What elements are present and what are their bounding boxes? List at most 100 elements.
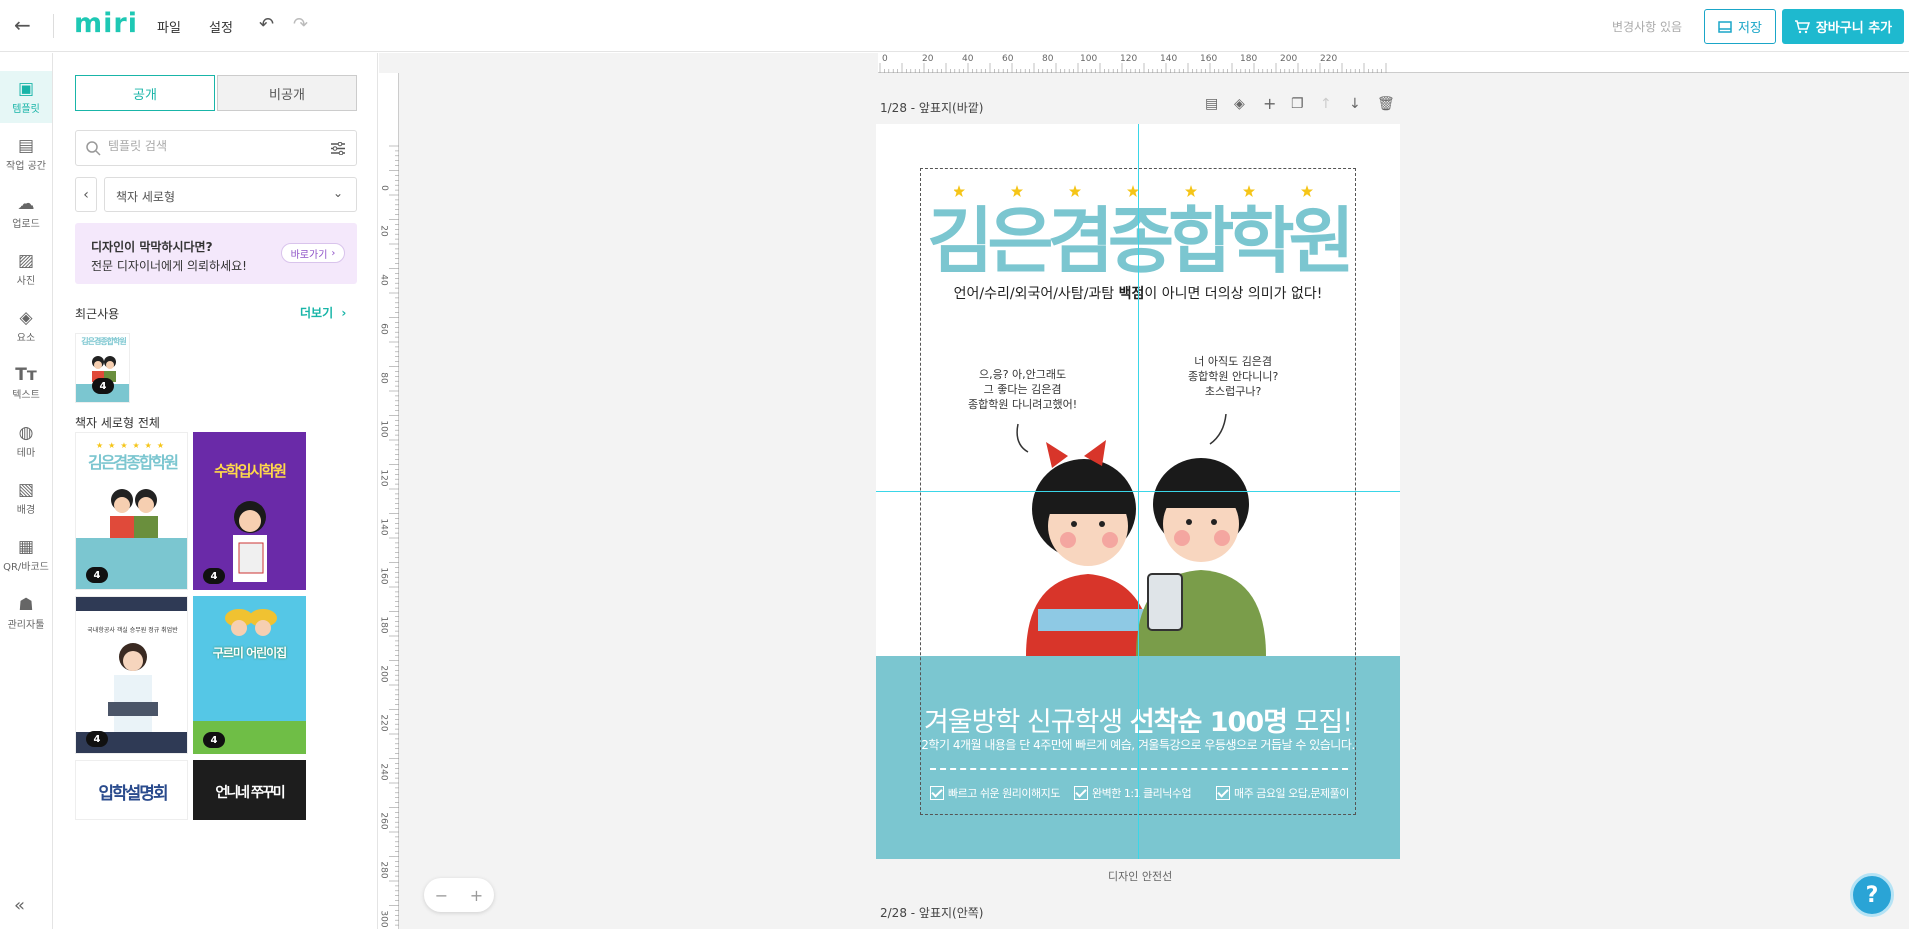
ruler-label: 80: [379, 372, 389, 384]
horizontal-ruler: 0 20 40 60 80 100 120 140 160 180 200 22…: [878, 53, 1909, 73]
template-thumb[interactable]: 구르미 어린이집 4: [193, 596, 306, 754]
ruler-label: 200: [1280, 54, 1298, 64]
ruler-label: 140: [1160, 54, 1178, 64]
rail-label: 배경: [16, 505, 36, 516]
kids-hats-illustration: [225, 609, 277, 636]
template-thumb[interactable]: 국내항공사 객실 승무원 정규 취업반 4: [75, 596, 188, 754]
back-arrow-icon[interactable]: ←: [14, 14, 36, 36]
rail-label: QR/바코드: [3, 562, 49, 573]
rail-item-background[interactable]: ▧ 배경: [0, 472, 52, 524]
design-page[interactable]: 김은겸종합학원 언어/수리/외국어/사탐/과탐 백점이 아니면 더의상 의미가 …: [876, 124, 1400, 859]
background-icon: ▧: [17, 480, 35, 500]
ruler-label: 60: [1002, 54, 1014, 64]
rail-item-text[interactable]: Tт 텍스트: [0, 357, 52, 409]
zoom-out-button[interactable]: −: [435, 886, 448, 905]
chevron-right-icon: ›: [341, 306, 347, 320]
ruler-ticks: [879, 63, 1387, 73]
ruler-label: 100: [1080, 54, 1098, 64]
zoom-in-button[interactable]: +: [470, 886, 483, 905]
filter-icon[interactable]: [331, 142, 345, 155]
menu-file[interactable]: 파일: [157, 17, 181, 36]
promo-go-button[interactable]: 바로가기 ›: [281, 243, 345, 263]
ruler-label: 200: [379, 665, 389, 683]
page-count-badge: 4: [203, 568, 225, 584]
rail-item-admin[interactable]: ☗ 관리자툴: [0, 587, 52, 639]
rail-label: 템플릿: [12, 104, 40, 115]
collapse-icon[interactable]: «: [14, 895, 25, 916]
rail-label: 요소: [16, 333, 36, 344]
top-bar: ← miri 파일 설정 ↶ ↷ 변경사항 있음 저장 장바구니 추가: [0, 0, 1909, 52]
category-back-button[interactable]: ‹: [75, 177, 97, 212]
page-label: 1/28 - 앞표지(바깥): [880, 101, 984, 115]
more-link[interactable]: 더보기 ›: [300, 304, 346, 321]
promo-text: 전문 디자이너에게 의뢰하세요!: [91, 259, 247, 273]
help-button[interactable]: ?: [1850, 873, 1894, 917]
rail-item-qr[interactable]: ▦ QR/바코드: [0, 529, 52, 581]
rail-item-theme[interactable]: ◍ 테마: [0, 415, 52, 467]
ruler-label: 120: [1120, 54, 1138, 64]
thumb-title: 언니네 쭈꾸미: [215, 785, 285, 801]
rail-label: 작업 공간: [6, 161, 46, 172]
page-count-badge: 4: [86, 731, 108, 747]
ruler-label: 0: [882, 54, 888, 64]
search-input[interactable]: [108, 139, 308, 153]
text-icon: Tт: [15, 365, 37, 385]
add-to-cart-button[interactable]: 장바구니 추가: [1782, 9, 1904, 44]
thumb-title: 수학입시학원: [214, 462, 287, 480]
center-guide-horizontal: [876, 491, 1400, 492]
rail-item-upload[interactable]: ☁ 업로드: [0, 186, 52, 238]
canvas-area[interactable]: 0 20 40 60 80 100 120 140 160 180 200 22…: [379, 53, 1909, 929]
copy-page-icon[interactable]: ❐: [1291, 96, 1304, 112]
menu-settings[interactable]: 설정: [209, 17, 233, 36]
thumb-title: 입학설명회: [98, 784, 168, 804]
template-thumb[interactable]: 수학입시학원 4: [193, 432, 306, 590]
template-icon: ▣: [17, 79, 35, 99]
ruler-label: 20: [922, 54, 934, 64]
safe-line-label: 디자인 안전선: [1108, 870, 1173, 883]
logo[interactable]: miri: [74, 8, 138, 39]
more-label: 더보기: [300, 306, 334, 320]
rail-item-template[interactable]: ▣ 템플릿: [0, 71, 52, 123]
rail-item-elements[interactable]: ◈ 요소: [0, 300, 52, 352]
ruler-label: 160: [1200, 54, 1218, 64]
tool-rail: ▣ 템플릿 ▤ 작업 공간 ☁ 업로드 ▨ 사진 ◈ 요소 Tт 텍스트 ◍ 테…: [0, 53, 53, 929]
recent-title: 최근사용: [75, 307, 120, 321]
ruler-label: 40: [379, 274, 389, 286]
chevron-right-icon: ›: [331, 247, 336, 259]
vertical-ruler: 0 20 40 60 80 100 120 140 160 180 200 22…: [379, 73, 399, 929]
move-up-icon[interactable]: ↑: [1320, 96, 1332, 112]
upload-icon: ☁: [17, 194, 35, 214]
template-thumb[interactable]: 입학설명회: [75, 760, 188, 820]
paint-bucket-icon[interactable]: ◈: [1234, 96, 1245, 112]
rail-item-photo[interactable]: ▨ 사진: [0, 243, 52, 295]
person-illustration: [108, 643, 158, 732]
search-icon: [86, 141, 101, 156]
rail-item-workspace[interactable]: ▤ 작업 공간: [0, 128, 52, 180]
undo-icon[interactable]: ↶: [259, 14, 274, 35]
palette-icon: ◍: [18, 423, 34, 443]
save-button[interactable]: 저장: [1704, 9, 1776, 44]
redo-icon[interactable]: ↷: [293, 14, 308, 35]
template-thumb[interactable]: 언니네 쭈꾸미: [193, 760, 306, 820]
ruler-label: 80: [1042, 54, 1054, 64]
zoom-control: − +: [424, 878, 494, 912]
page-count-badge: 4: [92, 378, 114, 394]
archive-icon: ▤: [17, 136, 35, 156]
chevron-down-icon: ⌄: [333, 186, 344, 200]
rail-label: 텍스트: [12, 390, 40, 401]
kids-illustration: [110, 489, 158, 538]
rail-label: 사진: [16, 276, 36, 287]
tab-private[interactable]: 비공개: [217, 75, 357, 111]
move-down-icon[interactable]: ↓: [1349, 96, 1361, 112]
recent-template-thumb[interactable]: 김은겸종합학원 4: [75, 333, 130, 403]
ruler-label: 20: [379, 225, 389, 237]
category-select[interactable]: 책자 세로형 ⌄: [104, 177, 357, 212]
memo-icon[interactable]: ▤: [1205, 96, 1218, 112]
add-page-icon[interactable]: +: [1263, 94, 1276, 113]
tab-public[interactable]: 공개: [75, 75, 215, 111]
ruler-label: 180: [1240, 54, 1258, 64]
template-thumb[interactable]: ★★★★★★ 김은겸종합학원 4: [75, 432, 188, 590]
rail-label: 업로드: [12, 219, 40, 230]
ruler-label: 240: [379, 763, 389, 781]
trash-icon[interactable]: 🗑: [1377, 96, 1395, 112]
